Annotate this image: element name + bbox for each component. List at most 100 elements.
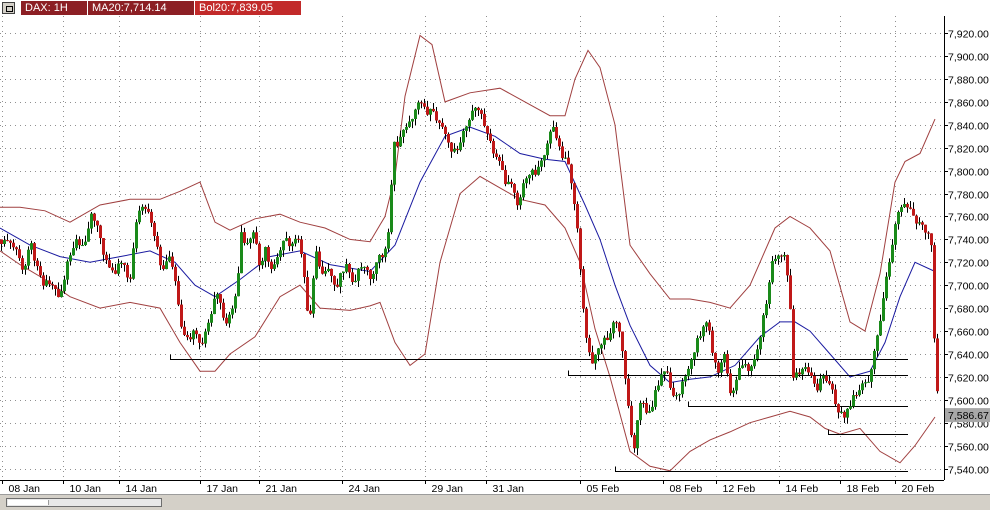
time-tick-label: 14 Feb: [786, 483, 819, 494]
candle-down: [477, 107, 480, 111]
candle-up: [66, 261, 69, 280]
candle-up: [636, 420, 639, 449]
candle-up: [216, 294, 219, 299]
candle-up: [549, 131, 552, 144]
candle-down: [570, 164, 573, 184]
candle-up: [279, 250, 282, 258]
candle-down: [483, 113, 486, 126]
candle-down: [51, 284, 54, 286]
candle-up: [240, 232, 243, 274]
candle-down: [726, 354, 729, 374]
candle-down: [831, 383, 834, 390]
candle-down: [78, 239, 81, 246]
candle-down: [585, 308, 588, 338]
horizontal-scrollbar[interactable]: [0, 494, 990, 510]
candle-down: [432, 108, 435, 112]
candle-up: [30, 243, 33, 250]
candle-down: [714, 352, 717, 363]
candle-down: [447, 133, 450, 143]
candle-down: [807, 367, 810, 373]
candle-up: [132, 248, 135, 279]
candle-down: [171, 256, 174, 267]
candle-up: [654, 390, 657, 407]
candle-down: [789, 275, 792, 310]
candle-down: [219, 294, 222, 303]
scroll-track[interactable]: [6, 498, 162, 507]
candle-up: [402, 129, 405, 137]
price-tick-label: 7,920.00: [948, 29, 989, 41]
candle-up: [822, 375, 825, 379]
candle-down: [486, 125, 489, 134]
candle-up: [342, 271, 345, 274]
candle-down: [798, 372, 801, 375]
candle-down: [813, 375, 816, 384]
candle-down: [435, 111, 438, 121]
candle-down: [114, 270, 117, 274]
candle-down: [6, 240, 9, 242]
candle-down: [510, 181, 513, 184]
candle-up: [249, 238, 252, 243]
candle-down: [183, 326, 186, 335]
candle-down: [396, 141, 399, 147]
candle-down: [381, 254, 384, 258]
candle-down: [912, 208, 915, 216]
candle-up: [210, 314, 213, 323]
time-tick-label: 20 Feb: [902, 483, 935, 494]
candle-up: [120, 263, 123, 265]
candle-down: [438, 120, 441, 123]
candle-up: [75, 239, 78, 249]
candle-up: [354, 280, 357, 283]
candle-up: [312, 278, 315, 314]
candle-up: [765, 303, 768, 316]
candle-down: [834, 389, 837, 405]
candle-down: [21, 258, 24, 270]
candle-up: [525, 178, 528, 184]
candle-down: [309, 310, 312, 314]
time-tick-label: 08 Feb: [670, 483, 703, 494]
candle-up: [783, 254, 786, 257]
candle-up: [801, 368, 804, 375]
candle-up: [117, 263, 120, 274]
candle-up: [603, 337, 606, 345]
scroll-thumb[interactable]: [8, 500, 49, 505]
candle-up: [552, 126, 555, 132]
candle-up: [339, 273, 342, 287]
candle-up: [738, 368, 741, 380]
candle-up: [273, 264, 276, 269]
candle-up: [819, 378, 822, 391]
candle-down: [108, 260, 111, 268]
candle-down: [588, 337, 591, 353]
candle-up: [867, 381, 870, 383]
candle-down: [318, 251, 321, 267]
candle-down: [222, 302, 225, 318]
candle-down: [303, 254, 306, 278]
candle-up: [3, 240, 6, 244]
candle-down: [579, 228, 582, 270]
plot-area: [0, 16, 944, 480]
candle-up: [405, 126, 408, 130]
candle-down: [927, 232, 930, 234]
candle-up: [360, 267, 363, 269]
candle-up: [744, 364, 747, 366]
candle-down: [18, 249, 21, 259]
candle-up: [282, 240, 285, 251]
candle-up: [294, 238, 297, 244]
candle-down: [0, 239, 3, 244]
candle-up: [276, 257, 279, 265]
candle-up: [564, 157, 567, 159]
candle-down: [39, 266, 42, 276]
candle-down: [93, 213, 96, 221]
candle-down: [12, 242, 15, 248]
candle-up: [345, 263, 348, 272]
candle-down: [180, 304, 183, 327]
candle-down: [711, 330, 714, 353]
price-chart[interactable]: 7,540.007,560.007,580.007,600.007,620.00…: [0, 0, 990, 494]
candle-up: [705, 322, 708, 327]
candle-up: [192, 330, 195, 340]
candle-down: [198, 334, 201, 343]
candle-up: [237, 273, 240, 297]
candle-up: [135, 222, 138, 249]
candle-down: [423, 103, 426, 107]
candle-down: [321, 266, 324, 274]
candle-down: [558, 138, 561, 147]
